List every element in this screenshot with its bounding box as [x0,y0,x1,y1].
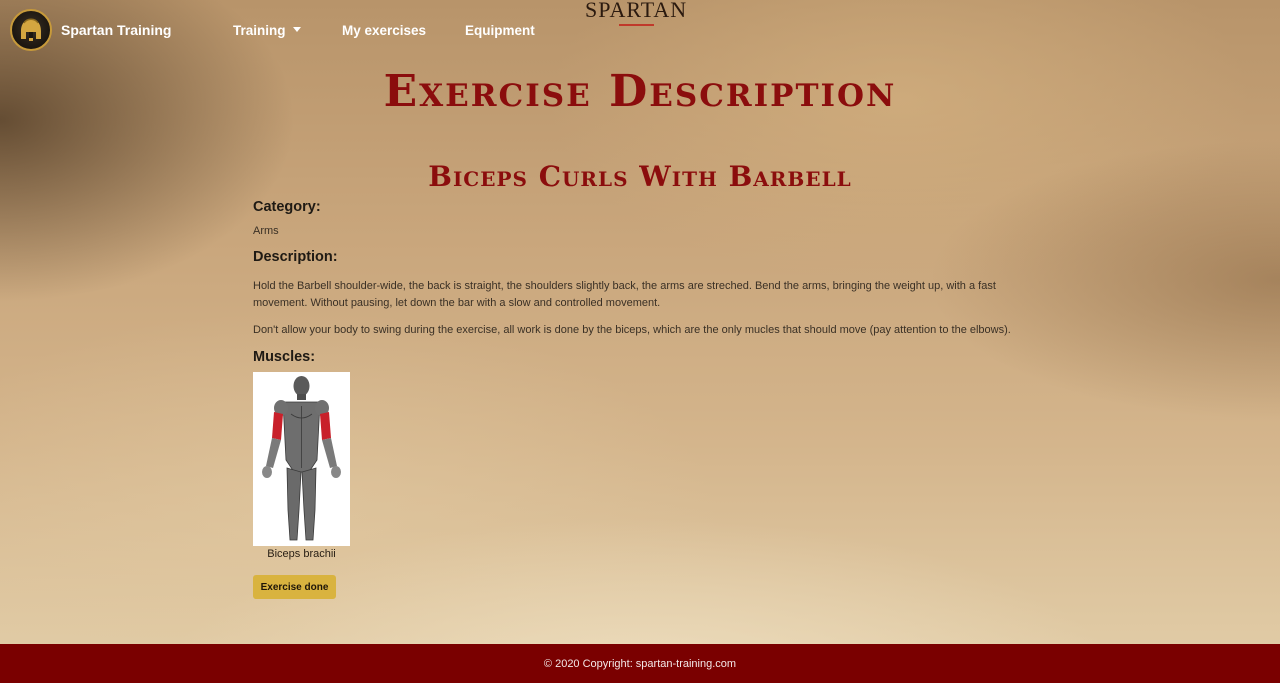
footer-copyright: © 2020 Copyright: spartan-training.com [543,657,737,670]
category-value: Arms [253,225,279,237]
exercise-title: Biceps Curls With Barbell [428,160,852,193]
exercise-done-button[interactable]: Exercise done [253,575,336,599]
brand[interactable]: Spartan Training [10,9,171,51]
site-logo-underline [619,24,654,26]
muscle-caption: Biceps brachii [267,548,336,560]
spartan-helmet-logo-icon [10,9,52,51]
brand-name: Spartan Training [61,22,172,38]
description-paragraph: Hold the Barbell shoulder-wide, the back… [253,280,996,309]
description-paragraph: Don't allow your body to swing during th… [253,324,1011,336]
category-label: Category: [253,199,321,215]
caret-down-icon [292,26,301,32]
nav-training-dropdown[interactable]: Training [233,23,301,38]
muscle-diagram-image [253,372,350,546]
muscles-label: Muscles: [253,349,316,365]
site-logo-text: SPARTAN [585,0,688,22]
footer: © 2020 Copyright: spartan-training.com [0,644,1280,683]
page-title: Exercise Description [383,66,897,117]
nav-equipment[interactable]: Equipment [465,23,535,38]
nav-training-label: Training [233,23,286,38]
description-label: Description: [253,249,338,265]
navbar: Spartan Training Training My exercises E… [0,0,1280,62]
nav-my-exercises[interactable]: My exercises [342,23,426,38]
